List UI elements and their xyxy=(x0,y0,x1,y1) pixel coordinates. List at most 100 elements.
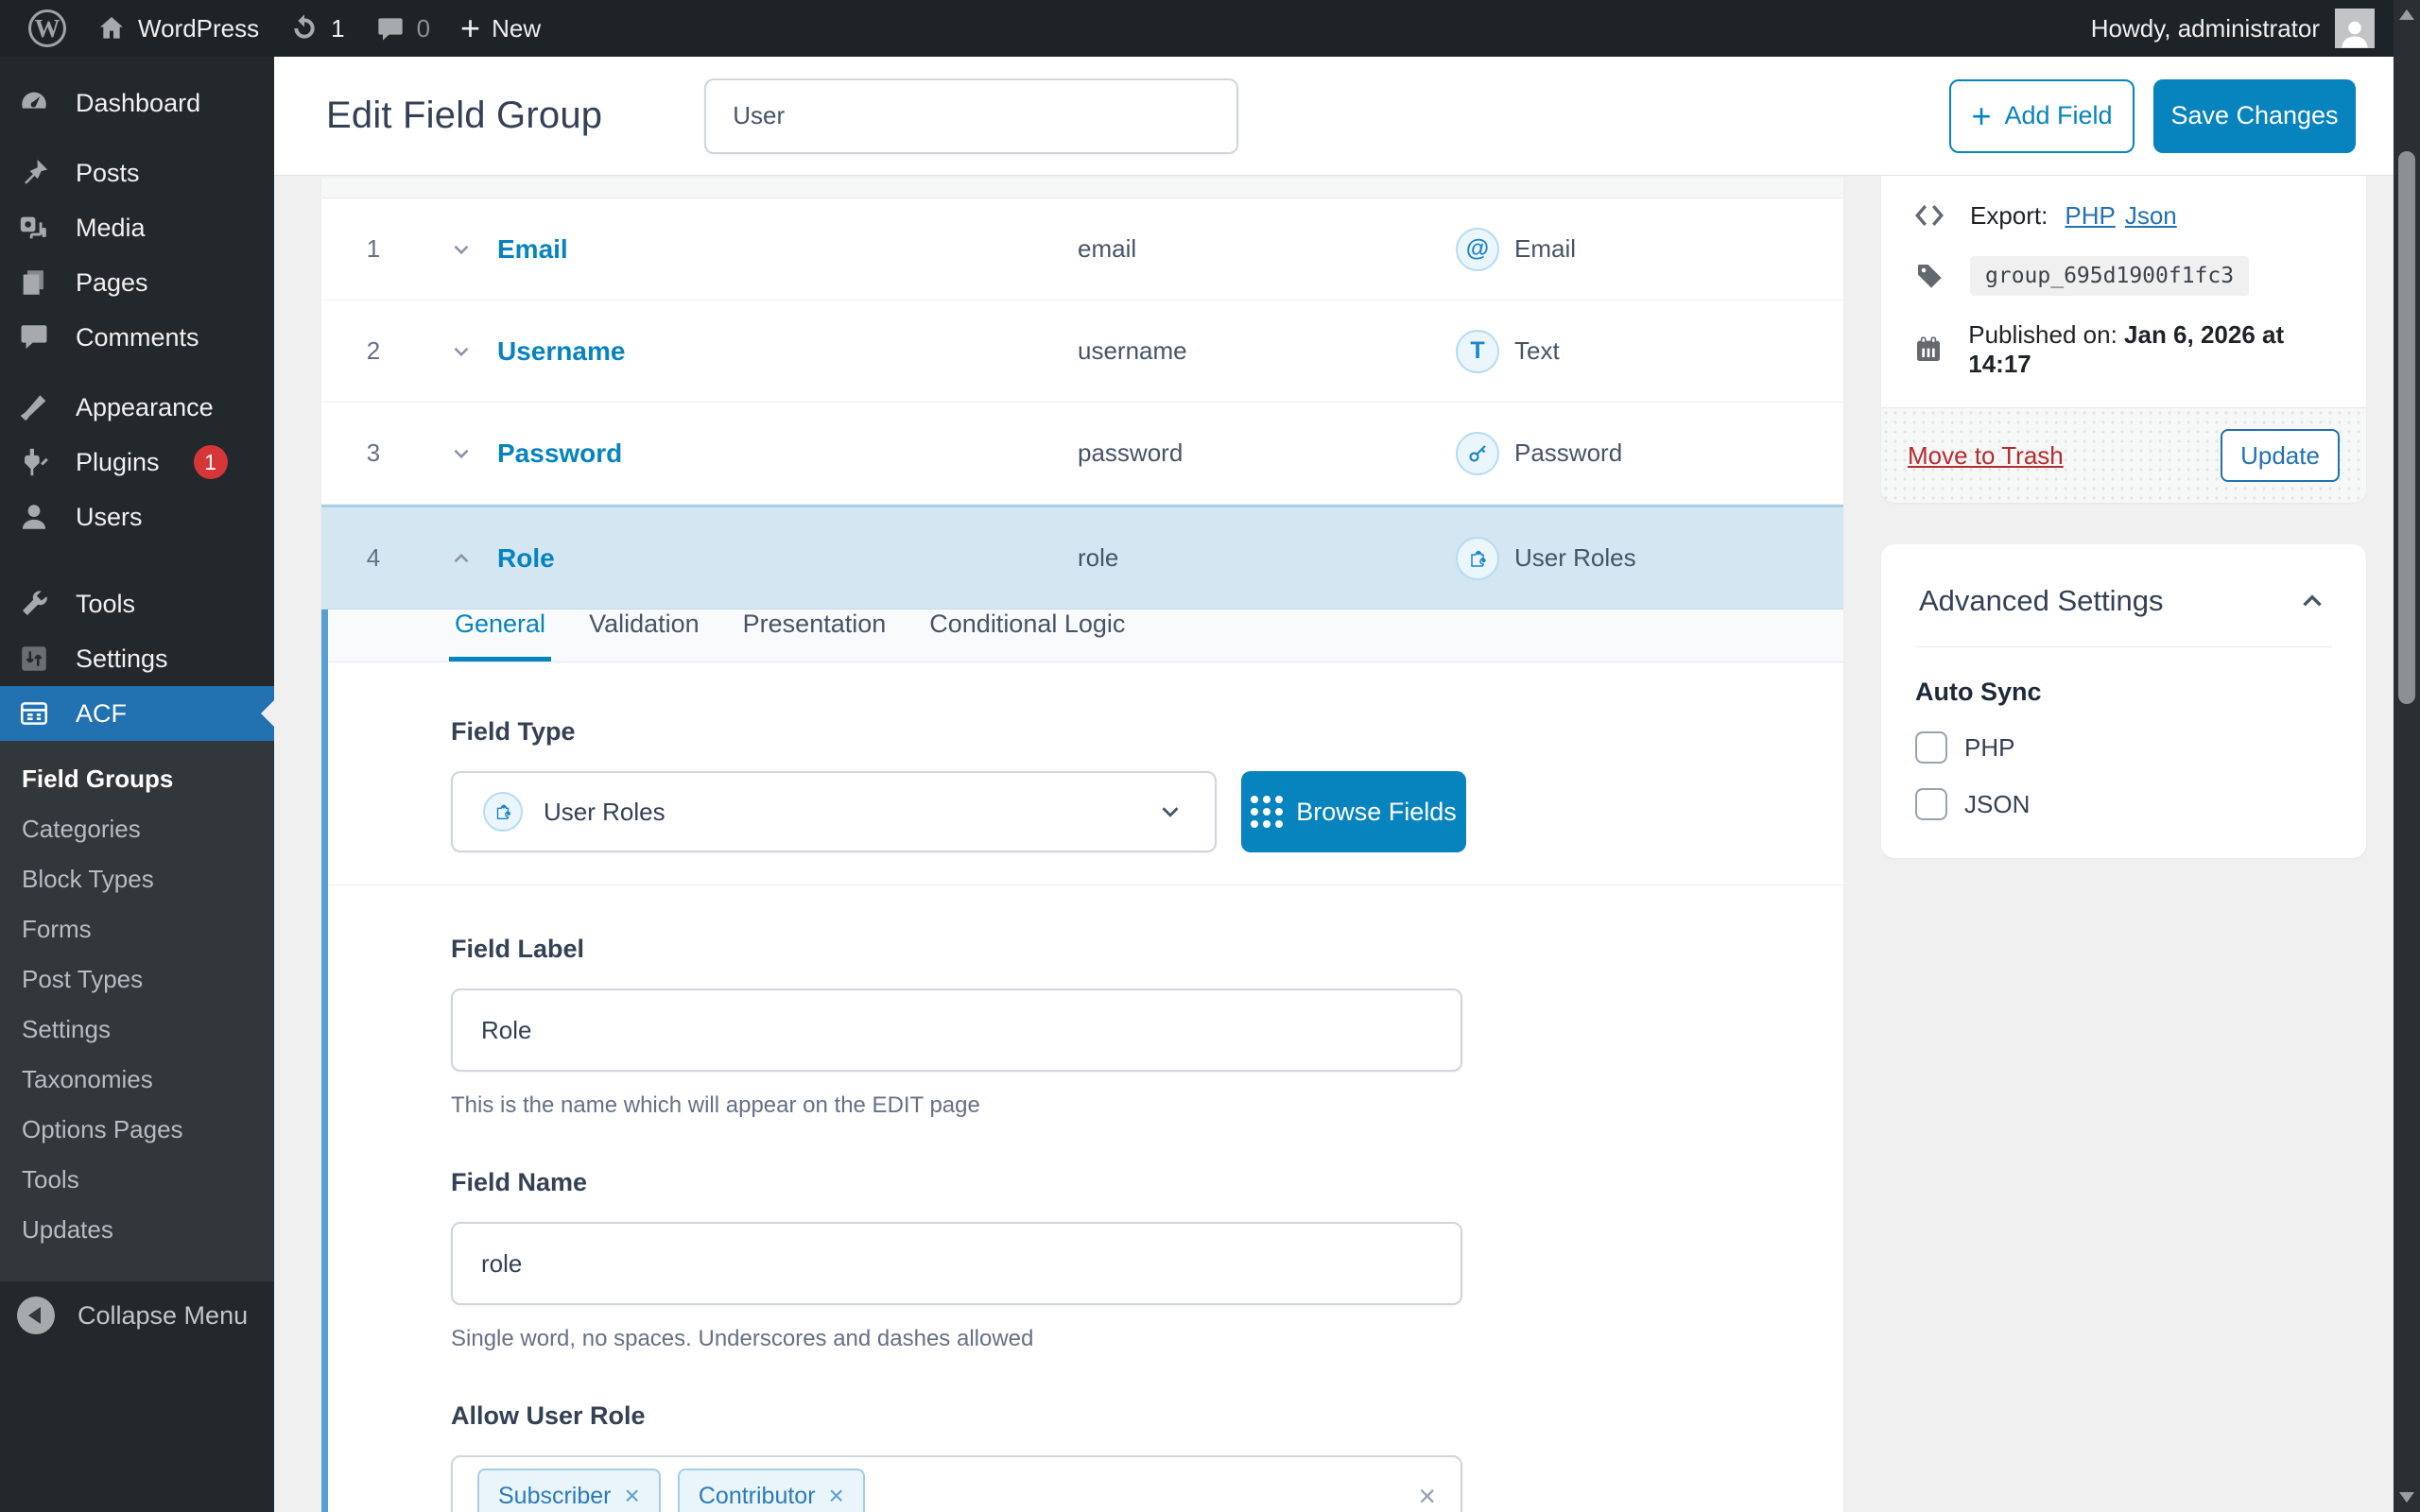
field-label-input[interactable] xyxy=(451,988,1462,1072)
sidebar-item-categories[interactable]: Categories xyxy=(0,804,274,854)
acf-submenu: Field Groups Categories Block Types Form… xyxy=(0,741,274,1281)
php-autosync-checkbox[interactable] xyxy=(1915,731,1947,764)
calendar-icon xyxy=(1911,335,1945,365)
php-autosync-option[interactable]: PHP xyxy=(1915,731,2332,764)
wp-logo-menu[interactable]: W xyxy=(13,9,81,47)
json-autosync-checkbox[interactable] xyxy=(1915,788,1947,820)
allow-user-role-setting: Allow User Role Subscriber × Contributor… xyxy=(328,1352,1843,1512)
sidebar-item-plugins[interactable]: Plugins 1 xyxy=(0,435,274,490)
sidebar-item-acf[interactable]: ACF xyxy=(0,686,274,741)
publish-panel: Export: PHP Json group_695d1900f1fc3 xyxy=(1881,175,2366,503)
field-name: role xyxy=(1078,543,1456,573)
avatar[interactable] xyxy=(2335,9,2375,48)
text-type-icon: T xyxy=(1456,330,1499,373)
field-name: password xyxy=(1078,438,1456,468)
field-label-link[interactable]: Password xyxy=(497,438,1078,469)
tab-conditional-logic[interactable]: Conditional Logic xyxy=(924,610,1131,662)
field-order: 4 xyxy=(321,543,425,573)
export-json-link[interactable]: Json xyxy=(2125,201,2177,231)
sidebar-item-media[interactable]: Media xyxy=(0,200,274,255)
field-label-link[interactable]: Role xyxy=(497,543,1078,574)
json-autosync-option[interactable]: JSON xyxy=(1915,788,2332,820)
chevron-up-icon[interactable] xyxy=(425,546,497,571)
allow-user-role-label: Allow User Role xyxy=(451,1401,1720,1431)
sidebar-item-tools[interactable]: Tools xyxy=(0,576,274,631)
sidebar-item-taxonomies[interactable]: Taxonomies xyxy=(0,1055,274,1105)
sidebar-item-pages[interactable]: Pages xyxy=(0,255,274,310)
scrollbar-up-arrow[interactable] xyxy=(2399,9,2414,20)
code-icon xyxy=(1911,199,1947,232)
advanced-settings-panel: Advanced Settings Auto Sync PHP JSON xyxy=(1881,544,2366,858)
sidebar-item-dashboard[interactable]: Dashboard xyxy=(0,76,274,130)
howdy-text[interactable]: Howdy, administrator xyxy=(2091,14,2320,43)
field-order: 1 xyxy=(321,234,425,264)
remove-tag-icon[interactable]: × xyxy=(625,1483,640,1509)
field-label-link[interactable]: Username xyxy=(497,336,1078,367)
updates-link[interactable]: 1 xyxy=(274,13,359,43)
update-button[interactable]: Update xyxy=(2221,429,2340,482)
field-order: 2 xyxy=(321,336,425,366)
sidebar-item-comments[interactable]: Comments xyxy=(0,310,274,365)
browse-fields-label: Browse Fields xyxy=(1296,798,1457,827)
field-row-password[interactable]: 3 Password password Password xyxy=(321,403,1843,505)
sidebar-item-block-types[interactable]: Block Types xyxy=(0,854,274,904)
save-changes-button[interactable]: Save Changes xyxy=(2153,79,2356,153)
sidebar-item-options-pages[interactable]: Options Pages xyxy=(0,1105,274,1155)
updates-icon xyxy=(289,13,320,43)
field-label-link[interactable]: Email xyxy=(497,234,1078,265)
sidebar-item-post-types[interactable]: Post Types xyxy=(0,954,274,1005)
tab-general[interactable]: General xyxy=(449,610,551,662)
field-type-select[interactable]: User Roles xyxy=(451,771,1217,852)
page-title: Edit Field Group xyxy=(326,94,602,137)
sidebar-item-label: Pages xyxy=(76,268,148,298)
sidebar-item-acf-tools[interactable]: Tools xyxy=(0,1155,274,1205)
collapse-menu-button[interactable]: Collapse Menu xyxy=(0,1293,274,1338)
export-php-link[interactable]: PHP xyxy=(2065,201,2115,231)
field-type-label: Text xyxy=(1514,336,1560,366)
sidebar-item-settings[interactable]: Settings xyxy=(0,631,274,686)
sidebar-item-forms[interactable]: Forms xyxy=(0,904,274,954)
field-row-email[interactable]: 1 Email email @ Email xyxy=(321,198,1843,301)
sidebar-item-field-groups[interactable]: Field Groups xyxy=(0,754,274,804)
site-name-link[interactable]: WordPress xyxy=(81,13,274,43)
menu-separator xyxy=(0,544,274,576)
allow-user-role-input[interactable]: Subscriber × Contributor × × xyxy=(451,1455,1462,1512)
tag-label: Subscriber xyxy=(498,1483,612,1510)
sidebar-item-label: Appearance xyxy=(76,393,214,422)
comments-count: 0 xyxy=(417,14,430,43)
field-group-title-input[interactable] xyxy=(704,78,1238,154)
active-menu-arrow xyxy=(261,700,274,727)
field-row-username[interactable]: 2 Username username T Text xyxy=(321,301,1843,403)
sidebar-item-posts[interactable]: Posts xyxy=(0,146,274,200)
clear-all-icon[interactable]: × xyxy=(1418,1481,1436,1511)
tab-presentation[interactable]: Presentation xyxy=(737,610,892,662)
plug-icon xyxy=(17,446,51,478)
export-row: Export: PHP Json xyxy=(1911,199,2336,232)
comment-bubble-icon xyxy=(17,321,51,353)
field-settings-body: Field Type User Roles xyxy=(328,662,1843,1512)
auto-sync-label: Auto Sync xyxy=(1915,678,2332,707)
tab-validation[interactable]: Validation xyxy=(583,610,705,662)
scrollbar-thumb[interactable] xyxy=(2398,151,2415,704)
move-to-trash-link[interactable]: Move to Trash xyxy=(1908,441,2064,471)
media-icon xyxy=(17,212,51,244)
field-name-input[interactable] xyxy=(451,1222,1462,1305)
sidebar-item-acf-settings[interactable]: Settings xyxy=(0,1005,274,1055)
advanced-settings-header[interactable]: Advanced Settings xyxy=(1915,576,2332,647)
add-field-button[interactable]: + Add Field xyxy=(1949,79,2135,153)
field-type-label: Password xyxy=(1514,438,1622,468)
chevron-down-icon[interactable] xyxy=(425,339,497,364)
sidebar-item-appearance[interactable]: Appearance xyxy=(0,380,274,435)
comments-link[interactable]: 0 xyxy=(360,13,445,43)
remove-tag-icon[interactable]: × xyxy=(829,1483,844,1509)
new-content-menu[interactable]: + New xyxy=(445,14,556,43)
email-type-icon: @ xyxy=(1456,228,1499,271)
sidebar-item-updates[interactable]: Updates xyxy=(0,1205,274,1255)
scrollbar-down-arrow[interactable] xyxy=(2399,1492,2414,1503)
page-scrollbar[interactable] xyxy=(2394,0,2420,1512)
chevron-down-icon[interactable] xyxy=(425,441,497,466)
sidebar-item-users[interactable]: Users xyxy=(0,490,274,544)
browse-fields-button[interactable]: Browse Fields xyxy=(1241,771,1466,852)
field-row-role[interactable]: 4 Role role User Roles xyxy=(321,505,1843,610)
chevron-down-icon[interactable] xyxy=(425,237,497,262)
